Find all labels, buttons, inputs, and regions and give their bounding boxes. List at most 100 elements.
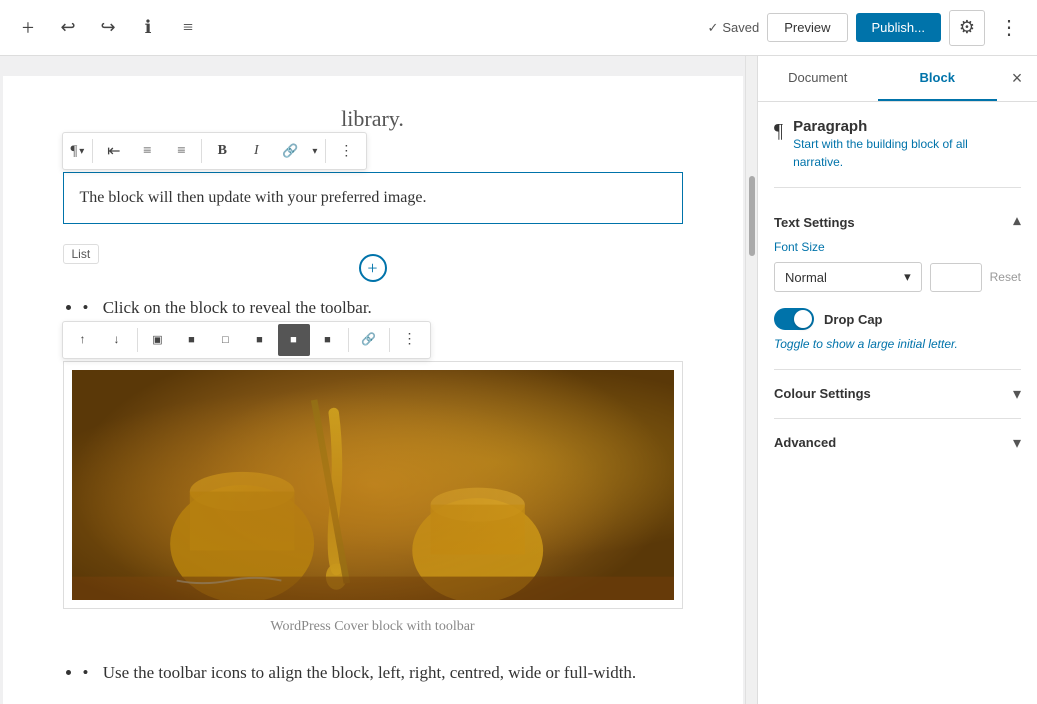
block-text-content: The block will then update with your pre… xyxy=(80,185,666,211)
font-size-label: Font Size xyxy=(774,240,1021,254)
image-move-down-button[interactable]: ↓ xyxy=(101,324,133,356)
undo-button[interactable]: ↩ xyxy=(52,12,84,44)
image-full-button[interactable]: ▣ xyxy=(142,324,174,356)
separator-1 xyxy=(92,139,93,163)
text-settings-section: Text Settings ▾ Font Size Normal ▾ Reset xyxy=(774,200,1021,353)
more-options-block-button[interactable]: ⋮ xyxy=(330,135,362,167)
topbar: + ↩ ↪ ℹ ≡ ✓ Saved Preview Publish... ⚙ ⋮ xyxy=(0,0,1037,56)
check-icon: ✓ xyxy=(707,20,718,36)
preview-button[interactable]: Preview xyxy=(767,13,847,42)
add-block-button[interactable]: + xyxy=(12,12,44,44)
vertical-dots-icon: ⋮ xyxy=(339,143,353,160)
reset-button[interactable]: Reset xyxy=(990,270,1021,284)
add-block-button-inline[interactable]: + xyxy=(359,254,387,282)
dropdown-arrow-icon: ▾ xyxy=(904,269,911,285)
align-left-button[interactable]: ⇤ xyxy=(97,135,129,167)
paragraph-type-dropdown[interactable]: ¶ ▾ xyxy=(67,143,89,160)
align-right-icon: ≡ xyxy=(177,143,185,160)
colour-settings-section[interactable]: Colour Settings ▾ xyxy=(774,369,1021,418)
image-caption: WordPress Cover block with toolbar xyxy=(63,619,683,635)
drop-cap-row: Drop Cap xyxy=(774,308,1021,330)
info-button[interactable]: ℹ xyxy=(132,12,164,44)
library-text: library. xyxy=(63,106,683,132)
redo-button[interactable]: ↪ xyxy=(92,12,124,44)
image-right-align-button[interactable]: ■ xyxy=(244,324,276,356)
tab-document[interactable]: Document xyxy=(758,56,878,101)
editor-area[interactable]: library. ¶ ▾ ⇤ ≡ xyxy=(0,56,745,704)
tab-block[interactable]: Block xyxy=(878,56,998,101)
menu-button[interactable]: ≡ xyxy=(172,12,204,44)
link-icon: 🔗 xyxy=(282,143,298,159)
drop-cap-label: Drop Cap xyxy=(824,312,883,327)
topbar-left: + ↩ ↪ ℹ ≡ xyxy=(12,12,204,44)
publish-button[interactable]: Publish... xyxy=(856,13,941,42)
image-wide-button[interactable]: ■ xyxy=(278,324,310,356)
settings-button[interactable]: ⚙ xyxy=(949,10,985,46)
menu-icon: ≡ xyxy=(183,17,193,38)
main-layout: library. ¶ ▾ ⇤ ≡ xyxy=(0,56,1037,704)
align-left-icon: ⇤ xyxy=(107,141,119,161)
text-settings-title: Text Settings xyxy=(774,215,855,230)
panel-close-button[interactable]: × xyxy=(997,56,1037,101)
paragraph-icon: ¶ xyxy=(71,143,78,160)
paragraph-header: ¶ Paragraph Start with the building bloc… xyxy=(774,118,1021,171)
align-center-button[interactable]: ≡ xyxy=(131,135,163,167)
scroll-track[interactable] xyxy=(745,56,757,704)
font-size-row: Normal ▾ Reset xyxy=(774,262,1021,292)
divider-1 xyxy=(774,187,1021,188)
paragraph-title: Paragraph xyxy=(793,118,1021,135)
image-move-up-button[interactable]: ↑ xyxy=(67,324,99,356)
font-size-dropdown[interactable]: Normal ▾ xyxy=(774,262,922,292)
bold-icon: B xyxy=(218,143,227,159)
paragraph-icon: ¶ xyxy=(774,120,783,143)
panel-body: ¶ Paragraph Start with the building bloc… xyxy=(758,102,1037,704)
bold-button[interactable]: B xyxy=(206,135,238,167)
scroll-thumb[interactable] xyxy=(749,176,755,256)
paragraph-subtitle: Start with the building block of all nar… xyxy=(793,135,1021,171)
cover-image xyxy=(72,370,674,600)
image-more-button[interactable]: ⋮ xyxy=(394,324,426,356)
chevron-up-icon: ▾ xyxy=(1013,212,1021,232)
drop-cap-description: Toggle to show a large initial letter. xyxy=(774,336,1021,353)
more-formats-icon: ▾ xyxy=(312,146,317,157)
text-block[interactable]: The block will then update with your pre… xyxy=(63,172,683,224)
image-toolbar: ↑ ↓ ▣ ■ □ ■ ■ ■ 🔗 ⋮ xyxy=(62,321,431,359)
undo-icon: ↩ xyxy=(60,17,75,38)
font-size-input[interactable] xyxy=(930,263,982,292)
bullet-list-2: Use the toolbar icons to align the block… xyxy=(63,659,683,686)
paragraph-info: Paragraph Start with the building block … xyxy=(793,118,1021,171)
more-formats-dropdown[interactable]: ▾ xyxy=(308,146,321,157)
link-button[interactable]: 🔗 xyxy=(274,135,306,167)
dropdown-arrow: ▾ xyxy=(79,146,84,157)
editor-content: library. ¶ ▾ ⇤ ≡ xyxy=(3,76,743,704)
image-link-button[interactable]: 🔗 xyxy=(353,324,385,356)
info-icon: ℹ xyxy=(145,17,152,38)
img-sep-2 xyxy=(348,328,349,352)
image-left-align-button[interactable]: ■ xyxy=(176,324,208,356)
gear-icon: ⚙ xyxy=(959,17,975,38)
list-label: List xyxy=(63,244,100,264)
topbar-right: ✓ Saved Preview Publish... ⚙ ⋮ xyxy=(707,10,1025,46)
italic-icon: I xyxy=(254,143,259,159)
align-center-icon: ≡ xyxy=(143,143,151,160)
image-center-align-button[interactable]: □ xyxy=(210,324,242,356)
img-sep-3 xyxy=(389,328,390,352)
image-full-width-button[interactable]: ■ xyxy=(312,324,344,356)
image-block[interactable] xyxy=(63,361,683,609)
more-options-button[interactable]: ⋮ xyxy=(993,12,1025,44)
img-sep-1 xyxy=(137,328,138,352)
italic-button[interactable]: I xyxy=(240,135,272,167)
block-toolbar: ¶ ▾ ⇤ ≡ ≡ B xyxy=(62,132,368,170)
list-item: Click on the block to reveal the toolbar… xyxy=(83,294,683,321)
advanced-section[interactable]: Advanced ▾ xyxy=(774,418,1021,467)
align-right-button[interactable]: ≡ xyxy=(165,135,197,167)
image-overlay xyxy=(72,370,674,600)
panel-tabs: Document Block × xyxy=(758,56,1037,102)
right-panel: Document Block × ¶ Paragraph Start with … xyxy=(757,56,1037,704)
chevron-down-icon: ▾ xyxy=(1013,384,1021,404)
colour-settings-title: Colour Settings xyxy=(774,386,871,401)
close-icon: × xyxy=(1012,68,1023,89)
text-settings-header[interactable]: Text Settings ▾ xyxy=(774,200,1021,240)
separator-3 xyxy=(325,139,326,163)
drop-cap-toggle[interactable] xyxy=(774,308,814,330)
